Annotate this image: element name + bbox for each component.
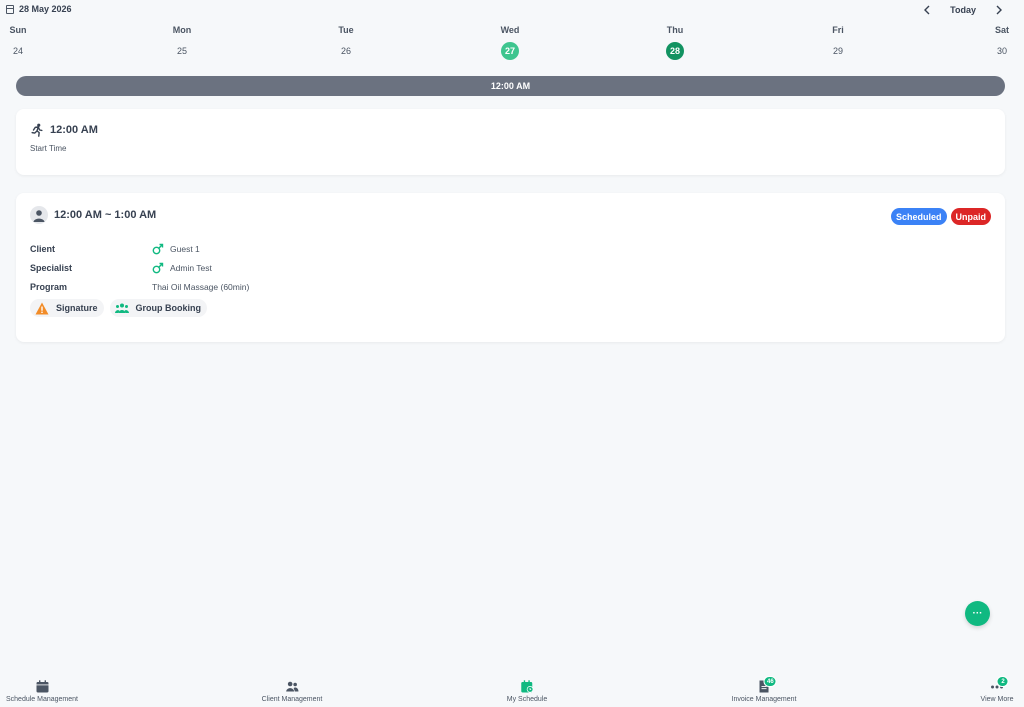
top-bar: 28 May 2026 Today — [0, 0, 1024, 20]
more-count-badge: 2 — [996, 676, 1009, 687]
specialist-value: Admin Test — [152, 262, 212, 274]
invoice-icon: 46 — [757, 676, 777, 693]
day-name: Thu — [666, 25, 684, 35]
day-number: 26 — [340, 46, 351, 56]
time-slot-header: 12:00 AM — [16, 76, 1005, 96]
chevron-left-icon — [924, 5, 930, 15]
start-time-value: 12:00 AM — [50, 124, 98, 136]
day-number: 25 — [176, 46, 187, 56]
day-name: Fri — [832, 25, 844, 35]
nav-label: My Schedule — [506, 696, 548, 703]
day-sat[interactable]: Sat 30 — [982, 24, 1022, 60]
user-icon — [33, 210, 45, 222]
start-time-label: Start Time — [30, 144, 67, 153]
unpaid-badge: Unpaid — [950, 208, 991, 225]
more-icon: 2 — [990, 676, 1009, 693]
day-name: Tue — [338, 25, 354, 35]
week-strip: Sun 24 Mon 25 Tue 26 Wed 27 Thu 28 Fri 2… — [0, 24, 1024, 60]
program-label: Program — [30, 282, 68, 292]
calendar-icon — [6, 4, 14, 14]
nav-my-schedule[interactable]: My Schedule — [507, 679, 547, 703]
users-icon-svg — [285, 681, 299, 691]
invoice-count-badge: 46 — [763, 676, 777, 687]
day-tue[interactable]: Tue 26 — [326, 24, 366, 60]
appointment-time-range: 12:00 AM ~ 1:00 AM — [54, 209, 157, 221]
group-booking-tag: Group Booking — [109, 299, 208, 317]
specialist-name: Admin Test — [170, 263, 212, 273]
avatar — [30, 206, 48, 224]
client-label: Client — [30, 244, 56, 254]
nav-schedule-management[interactable]: Schedule Management — [6, 679, 78, 703]
day-thu[interactable]: Thu 28 — [655, 24, 695, 60]
today-button[interactable]: Today — [938, 5, 988, 15]
next-week-button[interactable] — [988, 3, 1010, 17]
calendar-clock-icon-svg — [521, 679, 534, 693]
day-number-today: 27 — [501, 42, 519, 60]
nav-label: View More — [980, 696, 1014, 703]
day-sun[interactable]: Sun 24 — [0, 24, 38, 60]
nav-view-more[interactable]: 2 View More — [980, 676, 1014, 703]
start-time-card[interactable]: 12:00 AM Start Time — [16, 109, 1005, 175]
day-number: 30 — [996, 46, 1007, 56]
day-number: 29 — [832, 46, 843, 56]
bottom-navigation: Schedule Management Client Management My… — [0, 676, 1024, 707]
day-wed[interactable]: Wed 27 — [490, 24, 530, 60]
chevron-right-icon — [996, 5, 1002, 15]
male-icon — [152, 262, 164, 274]
running-person-icon — [31, 123, 43, 137]
day-number: 24 — [12, 46, 23, 56]
program-row: Program Thai Oil Massage (60min) — [30, 280, 249, 294]
start-time-row: 12:00 AM — [30, 123, 98, 137]
group-icon — [114, 303, 129, 313]
specialist-label: Specialist — [30, 263, 73, 273]
day-fri[interactable]: Fri 29 — [818, 24, 858, 60]
appointment-card[interactable]: 12:00 AM ~ 1:00 AM Scheduled Unpaid Clie… — [16, 193, 1005, 342]
current-date[interactable]: 28 May 2026 — [6, 4, 72, 14]
day-name: Sat — [994, 25, 1009, 35]
previous-week-button[interactable] — [916, 3, 938, 17]
date-navigation: Today — [916, 3, 1010, 17]
signature-tag: Signature — [30, 299, 104, 317]
status-badges: Scheduled Unpaid — [890, 208, 991, 225]
day-name: Wed — [500, 25, 520, 35]
nav-label: Schedule Management — [6, 696, 78, 703]
signature-tag-label: Signature — [56, 303, 98, 313]
day-mon[interactable]: Mon 25 — [162, 24, 202, 60]
group-booking-tag-label: Group Booking — [135, 303, 202, 313]
program-value: Thai Oil Massage (60min) — [152, 282, 250, 292]
more-actions-fab[interactable]: ··· — [965, 601, 990, 626]
nav-invoice-management[interactable]: 46 Invoice Management — [731, 676, 797, 703]
day-number-selected: 28 — [666, 42, 684, 60]
specialist-row: Specialist Admin Test — [30, 261, 212, 275]
nav-label: Invoice Management — [731, 696, 797, 703]
appointment-header: 12:00 AM ~ 1:00 AM — [30, 206, 156, 224]
calendar-icon-svg — [36, 679, 48, 692]
client-value: Guest 1 — [152, 243, 200, 255]
nav-client-management[interactable]: Client Management — [261, 679, 323, 703]
day-name: Sun — [9, 25, 27, 35]
nav-label: Client Management — [261, 696, 323, 703]
warning-icon — [35, 302, 49, 314]
appointment-tags: Signature Group Booking — [30, 299, 208, 317]
current-date-text: 28 May 2026 — [19, 4, 72, 14]
users-icon — [285, 679, 299, 693]
calendar-icon — [35, 679, 49, 693]
client-row: Client Guest 1 — [30, 242, 200, 256]
calendar-clock-icon — [520, 679, 534, 693]
scheduled-badge: Scheduled — [890, 208, 947, 225]
male-icon — [152, 243, 164, 255]
day-name: Mon — [172, 25, 192, 35]
client-name: Guest 1 — [170, 244, 200, 254]
